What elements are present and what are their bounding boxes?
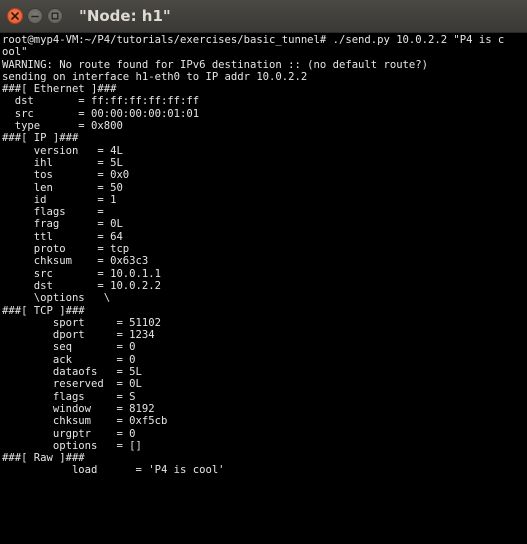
- terminal-line: chksum = 0x63c3: [2, 255, 149, 268]
- terminal-line: dport = 1234: [2, 329, 155, 342]
- terminal-line: flags = S: [2, 390, 136, 403]
- terminal-line: src = 10.0.1.1: [2, 267, 161, 280]
- terminal-line: chksum = 0xf5cb: [2, 415, 168, 428]
- window-title: "Node: h1": [79, 7, 171, 25]
- terminal-line: dataofs = 5L: [2, 366, 142, 379]
- terminal-line: ool": [2, 46, 28, 59]
- terminal-line: urgptr = 0: [2, 427, 136, 440]
- terminal-line: seq = 0: [2, 341, 136, 354]
- terminal-line: ihl = 5L: [2, 156, 123, 169]
- terminal-line: ###[ TCP ]###: [2, 304, 85, 317]
- close-icon: [11, 12, 19, 20]
- terminal-line: window = 8192: [2, 402, 155, 415]
- terminal-line: ttl = 64: [2, 230, 123, 243]
- minimize-button[interactable]: [27, 8, 43, 24]
- terminal-line: load = 'P4 is cool': [2, 464, 225, 477]
- terminal-line: src = 00:00:00:00:01:01: [2, 107, 200, 120]
- terminal-line: type = 0x800: [2, 120, 123, 133]
- terminal-line: options = []: [2, 439, 142, 452]
- maximize-icon: [51, 12, 59, 20]
- terminal-line: tos = 0x0: [2, 169, 130, 182]
- terminal-line: id = 1: [2, 193, 117, 206]
- terminal-line: ack = 0: [2, 353, 136, 366]
- terminal-line: flags =: [2, 206, 111, 219]
- close-button[interactable]: [7, 8, 23, 24]
- terminal-window: "Node: h1" root@myp4-VM:~/P4/tutorials/e…: [0, 0, 527, 544]
- terminal-line: len = 50: [2, 181, 123, 194]
- title-bar[interactable]: "Node: h1": [0, 0, 527, 33]
- maximize-button[interactable]: [47, 8, 63, 24]
- terminal-line: ###[ IP ]###: [2, 132, 79, 145]
- terminal-line: version = 4L: [2, 144, 123, 157]
- terminal-line: root@myp4-VM:~/P4/tutorials/exercises/ba…: [2, 34, 505, 46]
- terminal-output[interactable]: root@myp4-VM:~/P4/tutorials/exercises/ba…: [0, 33, 527, 544]
- terminal-line: dst = ff:ff:ff:ff:ff:ff: [2, 95, 200, 108]
- terminal-line: ###[ Ethernet ]###: [2, 83, 117, 96]
- terminal-line: reserved = 0L: [2, 378, 142, 391]
- terminal-line: WARNING: No route found for IPv6 destina…: [2, 58, 428, 71]
- terminal-line: sending on interface h1-eth0 to IP addr …: [2, 70, 308, 83]
- terminal-line: dst = 10.0.2.2: [2, 279, 161, 292]
- terminal-line: sport = 51102: [2, 316, 161, 329]
- terminal-line: ###[ Raw ]###: [2, 452, 85, 465]
- terminal-line: frag = 0L: [2, 218, 123, 231]
- minimize-icon: [31, 15, 39, 18]
- terminal-line: \options \: [2, 292, 111, 305]
- terminal-line: proto = tcp: [2, 243, 130, 256]
